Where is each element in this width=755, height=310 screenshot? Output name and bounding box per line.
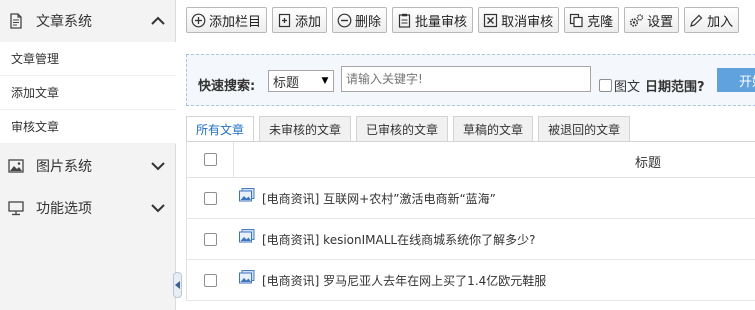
sidebar-item-label: 添加文章 — [11, 86, 60, 100]
tab-reviewed[interactable]: 已审核的文章 — [356, 116, 449, 142]
article-title-link[interactable]: [电商资讯] kesionIMALL在线商城系统你了解多少? — [262, 231, 535, 248]
batch-review-label: 批量审核 — [415, 14, 468, 30]
pencil-icon — [689, 13, 704, 28]
start-search-button[interactable]: 开始 — [717, 68, 755, 92]
delete-button[interactable]: 删除 — [332, 7, 388, 33]
chevron-down-icon — [148, 203, 168, 213]
image-article-icon — [239, 270, 255, 284]
sidebar-item-review-article[interactable]: 审核文章 — [0, 110, 176, 144]
plus-circle-icon — [191, 13, 206, 28]
caret-left-icon — [175, 281, 180, 289]
image-text-label: 图文 — [614, 80, 641, 95]
clone-label: 克隆 — [587, 14, 614, 30]
date-range-label[interactable]: 日期范围? — [645, 76, 705, 95]
clone-button[interactable]: 克隆 — [564, 7, 620, 33]
column-header-title: 标题 — [635, 156, 662, 171]
image-icon — [8, 158, 24, 174]
table-row: [电商资讯] 互联网+农村”激活电商新“蓝海” — [186, 178, 755, 219]
tab-all-articles[interactable]: 所有文章 — [186, 116, 255, 142]
article-tabs: 所有文章 未审核的文章 已审核的文章 草稿的文章 被退回的文章 — [186, 116, 631, 142]
table-header: 标题 — [186, 142, 755, 178]
toolbar: 添加栏目 添加 删除 批量审核 取消审核 克隆 设置 加入 — [186, 7, 740, 33]
quick-search-panel: 快速搜索: 标题 ▼ 图文 日期范围? 开始 — [186, 54, 755, 106]
menu-image-system[interactable]: 图片系统 — [0, 145, 176, 187]
document-icon — [8, 13, 24, 29]
menu-image-system-label: 图片系统 — [36, 159, 92, 175]
table-row: [电商资讯] kesionIMALL在线商城系统你了解多少? — [186, 219, 755, 260]
sidebar-collapse-handle[interactable] — [173, 272, 182, 298]
sidebar-item-article-manage[interactable]: 文章管理 — [0, 42, 176, 76]
batch-review-button[interactable]: 批量审核 — [392, 7, 474, 33]
image-text-filter[interactable]: 图文 — [599, 76, 640, 95]
menu-article-system-label: 文章系统 — [36, 14, 92, 30]
article-title-link[interactable]: [电商资讯] 互联网+农村”激活电商新“蓝海” — [262, 190, 496, 207]
sidebar-item-label: 审核文章 — [11, 120, 60, 134]
column-divider — [233, 142, 234, 178]
menu-function-options-label: 功能选项 — [36, 201, 92, 217]
delete-label: 删除 — [355, 14, 382, 30]
copy-icon — [569, 13, 584, 28]
row-checkbox[interactable] — [204, 233, 217, 246]
cancel-review-label: 取消审核 — [501, 14, 554, 30]
article-title-link[interactable]: [电商资讯] 罗马尼亚人去年在网上买了1.4亿欧元鞋服 — [262, 272, 546, 289]
settings-label: 设置 — [647, 14, 674, 30]
monitor-icon — [8, 200, 24, 216]
menu-function-options[interactable]: 功能选项 — [0, 187, 176, 229]
table-row: [电商资讯] 罗马尼亚人去年在网上买了1.4亿欧元鞋服 — [186, 260, 755, 301]
join-button[interactable]: 加入 — [684, 7, 740, 33]
row-checkbox[interactable] — [204, 192, 217, 205]
image-article-icon — [239, 229, 255, 243]
cross-box-icon — [483, 13, 498, 28]
row-checkbox[interactable] — [204, 274, 217, 287]
keyword-input[interactable] — [341, 66, 591, 92]
search-field-select[interactable]: 标题 ▼ — [268, 70, 334, 92]
sidebar-item-add-article[interactable]: 添加文章 — [0, 76, 176, 110]
dropdown-arrow-icon: ▼ — [321, 76, 329, 86]
chevron-up-icon — [148, 16, 168, 26]
sidebar-item-label: 文章管理 — [11, 52, 60, 66]
add-label: 添加 — [295, 14, 322, 30]
add-document-icon — [277, 13, 292, 28]
settings-button[interactable]: 设置 — [624, 7, 680, 33]
chevron-down-icon — [148, 161, 168, 171]
quick-search-label: 快速搜索: — [198, 79, 256, 94]
add-column-button[interactable]: 添加栏目 — [186, 7, 268, 33]
add-button[interactable]: 添加 — [272, 7, 328, 33]
image-text-checkbox[interactable] — [599, 79, 612, 92]
cancel-review-button[interactable]: 取消审核 — [478, 7, 560, 33]
start-search-label: 开始 — [739, 74, 755, 90]
clipboard-icon — [397, 13, 412, 28]
gears-icon — [629, 13, 644, 28]
image-article-icon — [239, 188, 255, 202]
tab-drafts[interactable]: 草稿的文章 — [453, 116, 534, 142]
minus-circle-icon — [337, 13, 352, 28]
select-all-checkbox[interactable] — [204, 153, 217, 166]
sidebar: 文章系统 文章管理 添加文章 审核文章 图片系统 功能选项 — [0, 0, 176, 310]
menu-article-system[interactable]: 文章系统 — [0, 0, 176, 42]
add-column-label: 添加栏目 — [209, 14, 262, 30]
tab-unreviewed[interactable]: 未审核的文章 — [259, 116, 352, 142]
search-field-value: 标题 — [273, 75, 300, 91]
article-table: 标题 [电商资讯] 互联网+农村”激活电商新“蓝海” [电商资讯] kesion… — [186, 142, 755, 301]
tab-returned[interactable]: 被退回的文章 — [538, 116, 631, 142]
join-label: 加入 — [707, 14, 734, 30]
